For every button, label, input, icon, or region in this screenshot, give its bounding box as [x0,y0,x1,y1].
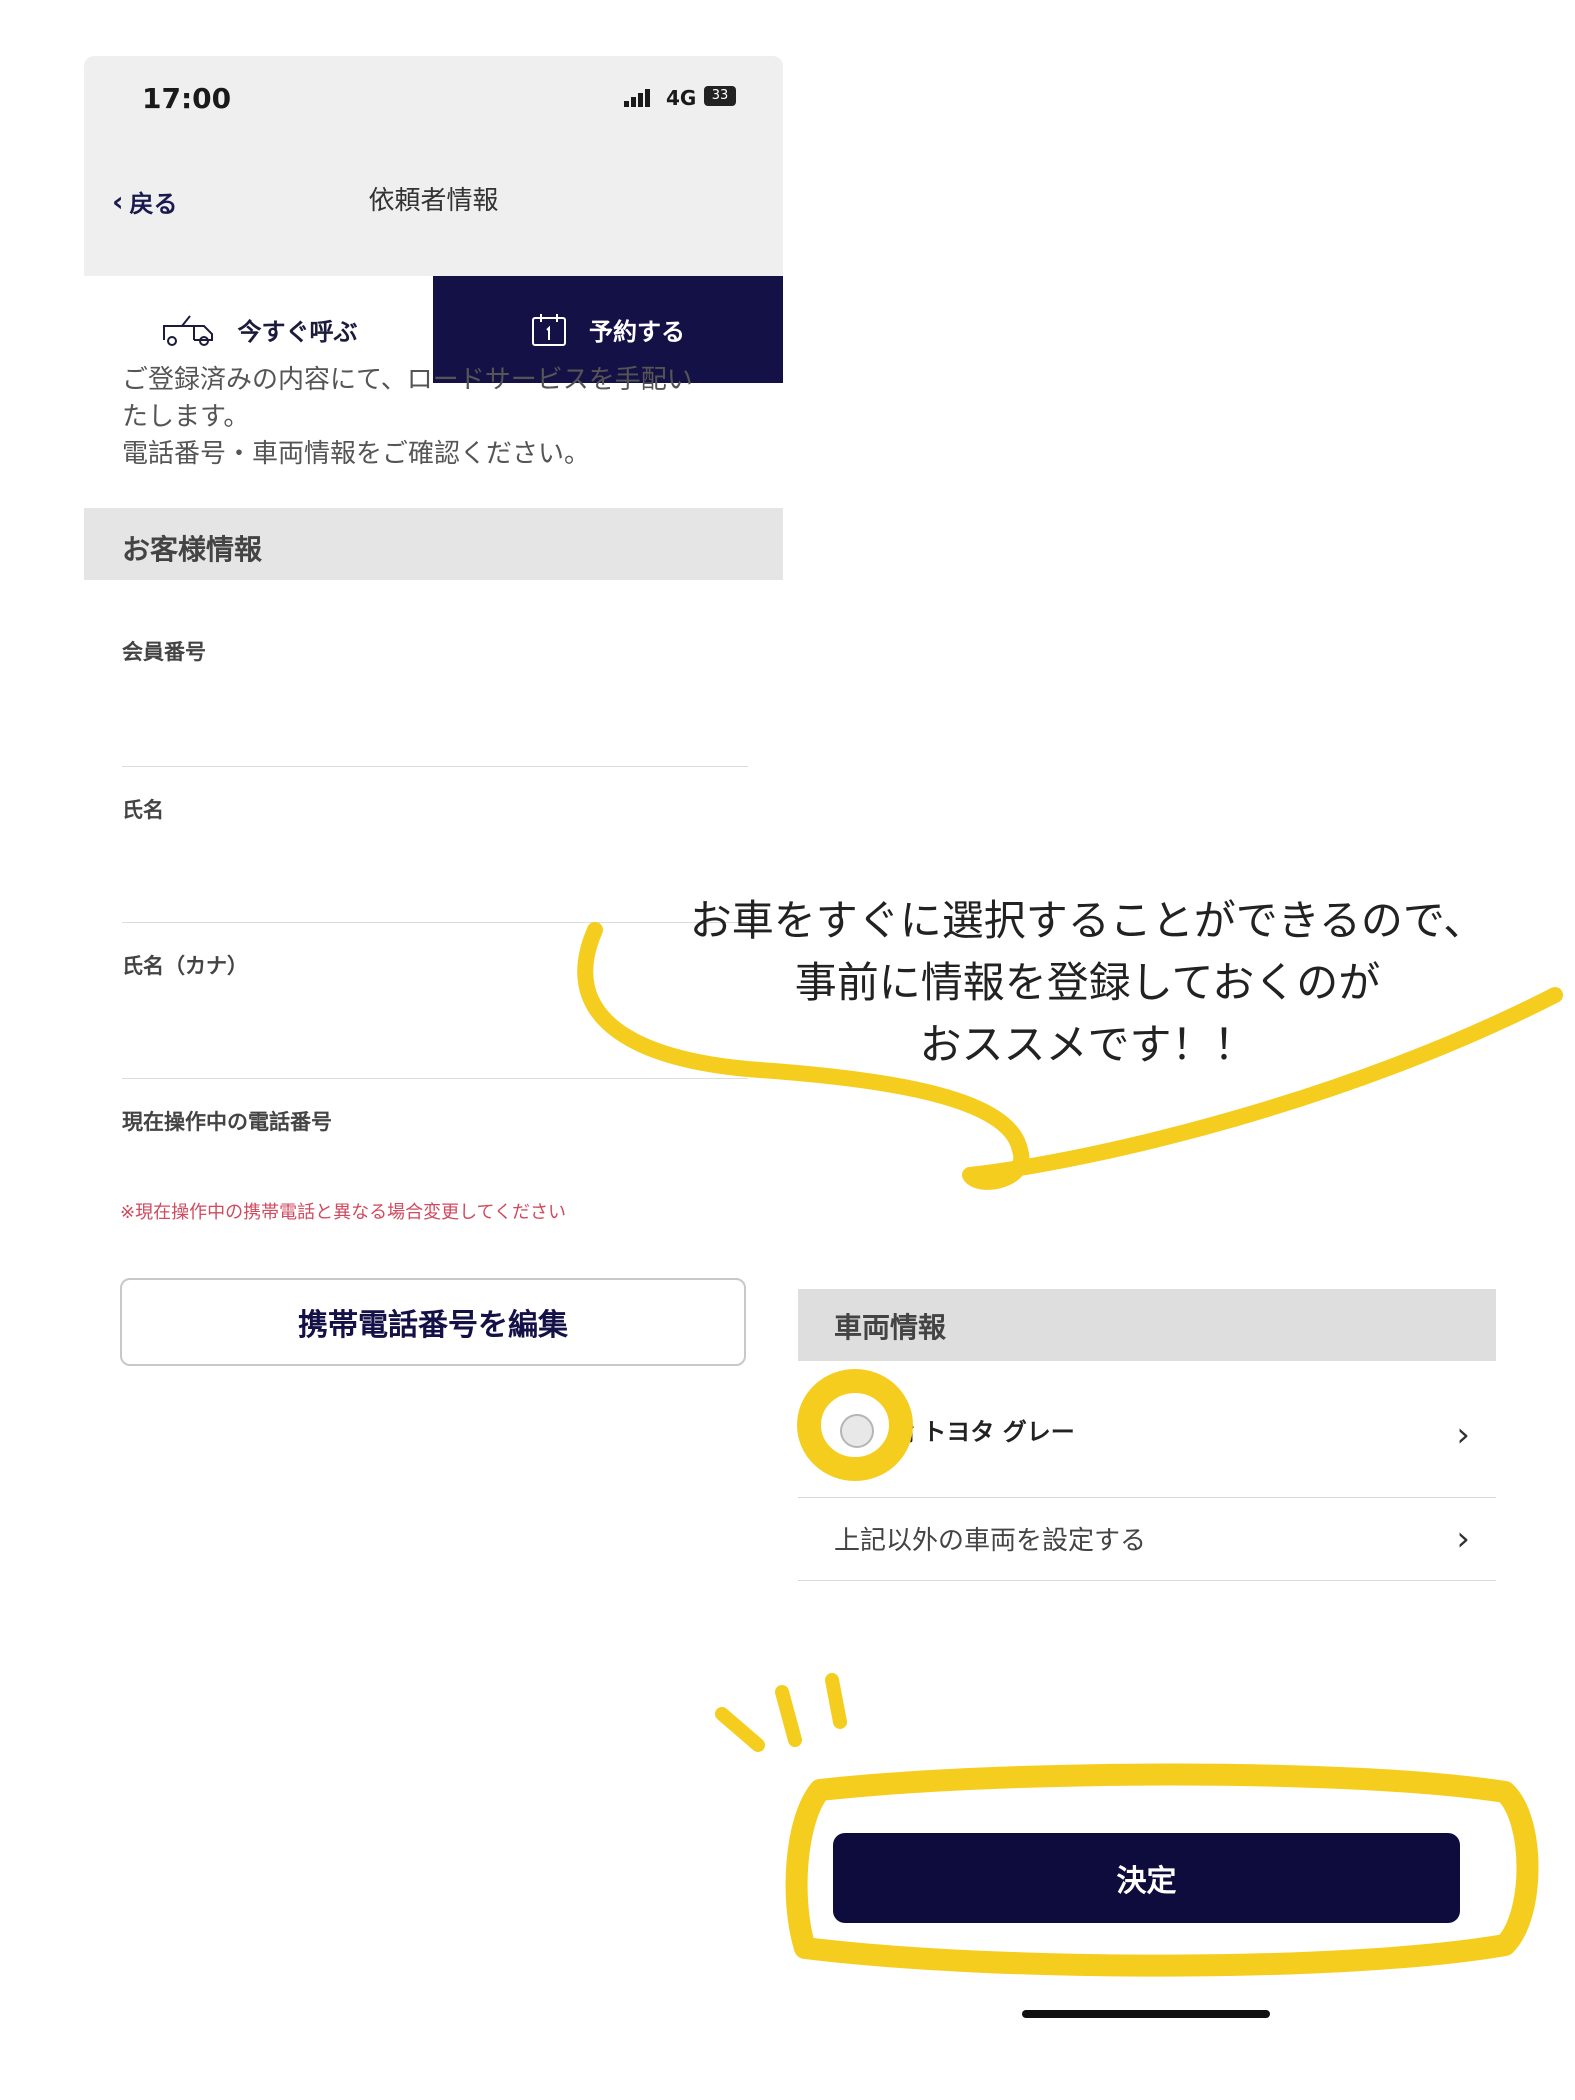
intro-line: たします。 [122,402,250,432]
vehicle-item[interactable]: 輪 トヨタ グレー › [798,1372,1496,1497]
signal-icon [624,88,652,107]
tab-label: 予約する [589,318,685,346]
home-indicator [1022,2010,1270,2018]
network-label: 4G [666,86,697,110]
annotation-line: お車をすぐに選択することができるので、 [689,896,1486,945]
edit-phone-button[interactable]: 携帯電話番号を編集 [120,1278,746,1366]
phone-number-label: 現在操作中の電話番号 [122,1110,332,1134]
decide-button[interactable]: 決定 [833,1833,1460,1923]
chevron-right-icon: › [1456,1519,1470,1559]
name-kana-label: 氏名（カナ） [122,954,248,978]
customer-section-header: お客様情報 [84,508,783,580]
emphasis-stroke [715,1707,765,1752]
intro-line: 電話番号・車両情報をご確認ください。 [122,439,591,469]
page-title: 依頼者情報 [368,186,499,216]
other-vehicle-label: 上記以外の車両を設定する [834,1526,1147,1556]
name-label: 氏名 [122,798,164,822]
divider [122,1078,748,1079]
annotation-line: 事前に情報を登録しておくのが [794,958,1381,1007]
nav-bar: ‹ 戻る 依頼者情報 [84,140,783,277]
tow-truck-icon [162,314,213,346]
vehicle-label: 輪 トヨタ グレー [890,1418,1075,1446]
intro-line: ご登録済みの内容にて、ロードサービスを手配い [122,365,693,395]
tab-label: 今すぐ呼ぶ [237,318,358,346]
annotation-text: お車をすぐに選択することができるので、 事前に情報を登録しておくのが おススメで… [600,890,1575,1076]
calendar-icon [532,313,566,346]
vehicle-radio[interactable] [840,1414,874,1448]
other-vehicle-item[interactable]: 上記以外の車両を設定する › [798,1498,1496,1580]
intro-text: ご登録済みの内容にて、ロードサービスを手配い たします。 電話番号・車両情報をご… [122,362,762,473]
annotation-line: おススメです！！ [919,1020,1256,1069]
phone-screen: 17:00 4G 33 ‹ 戻る 依頼者情報 今すぐ呼ぶ 予約する ご登録済みの… [84,56,783,1376]
battery-icon: 33 [704,86,736,106]
status-bar: 17:00 4G 33 [84,56,783,140]
emphasis-stroke [825,1673,847,1729]
chevron-right-icon: › [1456,1414,1470,1455]
member-number-label: 会員番号 [122,640,206,664]
section-title: 車両情報 [834,1311,947,1344]
phone-warning-text: ※現在操作中の携帯電話と異なる場合変更してください [120,1202,566,1223]
section-title: お客様情報 [122,533,263,566]
emphasis-stroke [775,1685,802,1747]
vehicle-section-header: 車両情報 [798,1289,1496,1361]
divider [798,1580,1496,1581]
divider [122,766,748,767]
status-time: 17:00 [142,82,232,115]
